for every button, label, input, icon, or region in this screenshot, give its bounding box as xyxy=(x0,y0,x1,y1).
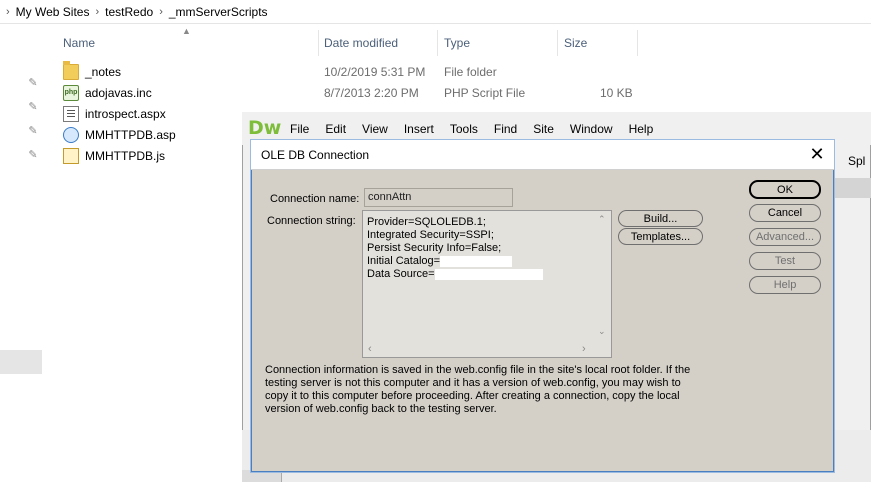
horizontal-scrollbar[interactable]: ‹ › xyxy=(364,342,594,356)
file-name: MMHTTPDB.asp xyxy=(85,128,176,142)
menu-tools[interactable]: Tools xyxy=(442,122,486,136)
file-row[interactable]: introspect.aspx xyxy=(63,104,166,124)
menu-edit[interactable]: Edit xyxy=(317,122,354,136)
pin-icon[interactable]: ✎ xyxy=(26,124,40,138)
scroll-left-icon[interactable]: ‹ xyxy=(368,343,372,355)
scroll-down-icon[interactable]: ⌄ xyxy=(598,326,606,337)
pin-icon[interactable]: ✎ xyxy=(26,148,40,162)
document-icon xyxy=(63,106,79,122)
menu-file[interactable]: File xyxy=(282,122,317,136)
file-size: 10 KB xyxy=(600,86,633,100)
nav-pane-selected-item[interactable] xyxy=(0,350,42,374)
file-row[interactable]: MMHTTPDB.asp xyxy=(63,125,176,145)
connection-name-input[interactable]: connAttn xyxy=(364,188,513,207)
close-icon[interactable]: ✕ xyxy=(806,144,828,166)
menu-help[interactable]: Help xyxy=(621,122,662,136)
menu-view[interactable]: View xyxy=(354,122,396,136)
dreamweaver-logo-icon: Dw xyxy=(248,116,282,139)
chevron-right-icon: › xyxy=(6,5,10,18)
connection-string-line: Data Source= xyxy=(367,268,543,281)
file-name: _notes xyxy=(85,65,122,79)
column-header-name[interactable]: Name xyxy=(57,30,319,56)
breadcrumb-item-testredo[interactable]: testRedo xyxy=(105,5,153,19)
file-type: File folder xyxy=(444,65,497,79)
ok-button[interactable]: OK xyxy=(749,180,821,199)
column-header-size[interactable]: Size xyxy=(558,30,638,56)
asp-file-icon xyxy=(63,127,79,143)
cancel-button[interactable]: Cancel xyxy=(749,204,821,222)
connection-string-line: Provider=SQLOLEDB.1; xyxy=(367,216,486,228)
test-button[interactable]: Test xyxy=(749,252,821,270)
help-button[interactable]: Help xyxy=(749,276,821,294)
file-row[interactable]: MMHTTPDB.js xyxy=(63,146,165,166)
file-date: 8/7/2013 2:20 PM xyxy=(324,86,419,100)
toolbar-strip xyxy=(833,178,871,198)
folder-icon xyxy=(63,61,79,80)
scroll-right-icon[interactable]: › xyxy=(582,343,586,355)
column-header-date-modified[interactable]: Date modified xyxy=(318,30,438,56)
connection-string-line: Integrated Security=SSPI; xyxy=(367,229,494,241)
split-view-button[interactable]: Spl xyxy=(848,154,865,168)
connection-string-line: Initial Catalog= xyxy=(367,255,513,268)
file-date: 10/2/2019 5:31 PM xyxy=(324,65,426,79)
menu-find[interactable]: Find xyxy=(486,122,525,136)
file-name: MMHTTPDB.js xyxy=(85,149,165,163)
connection-string-line: Persist Security Info=False; xyxy=(367,242,502,254)
file-name: adojavas.inc xyxy=(85,86,152,100)
menu-window[interactable]: Window xyxy=(562,122,621,136)
build-button[interactable]: Build... xyxy=(618,210,703,227)
breadcrumb: › My Web Sites › testRedo › _mmServerScr… xyxy=(0,0,871,24)
connection-string-text: Initial Catalog= xyxy=(367,255,441,267)
pin-icon[interactable]: ✎ xyxy=(26,100,40,114)
advanced-button[interactable]: Advanced... xyxy=(749,228,821,246)
chevron-right-icon: › xyxy=(159,5,163,18)
redaction-block xyxy=(440,255,513,267)
js-file-icon xyxy=(63,148,79,164)
vertical-scrollbar[interactable]: ⌃ ⌄ xyxy=(594,212,610,342)
connection-name-label: Connection name: xyxy=(270,193,360,205)
chevron-right-icon: › xyxy=(95,5,100,18)
file-type: PHP Script File xyxy=(444,86,526,100)
templates-button[interactable]: Templates... xyxy=(618,228,703,245)
file-row[interactable]: php adojavas.inc xyxy=(63,83,152,103)
breadcrumb-item-my-web-sites[interactable]: My Web Sites xyxy=(16,5,90,19)
menu-site[interactable]: Site xyxy=(525,122,562,136)
scroll-up-icon[interactable]: ⌃ xyxy=(598,214,606,225)
breadcrumb-item-mmserverscripts[interactable]: _mmServerScripts xyxy=(169,5,268,19)
menu-insert[interactable]: Insert xyxy=(396,122,442,136)
php-file-icon: php xyxy=(63,85,79,101)
pin-icon[interactable]: ✎ xyxy=(26,76,40,90)
file-name: introspect.aspx xyxy=(85,107,166,121)
dialog-title: OLE DB Connection xyxy=(251,140,834,170)
file-row[interactable]: _notes xyxy=(63,61,122,82)
connection-info-text: Connection information is saved in the w… xyxy=(265,364,691,415)
connection-string-label: Connection string: xyxy=(267,215,356,227)
connection-string-text: Data Source= xyxy=(367,268,435,280)
column-header-type[interactable]: Type xyxy=(438,30,558,56)
redaction-block xyxy=(434,268,543,280)
